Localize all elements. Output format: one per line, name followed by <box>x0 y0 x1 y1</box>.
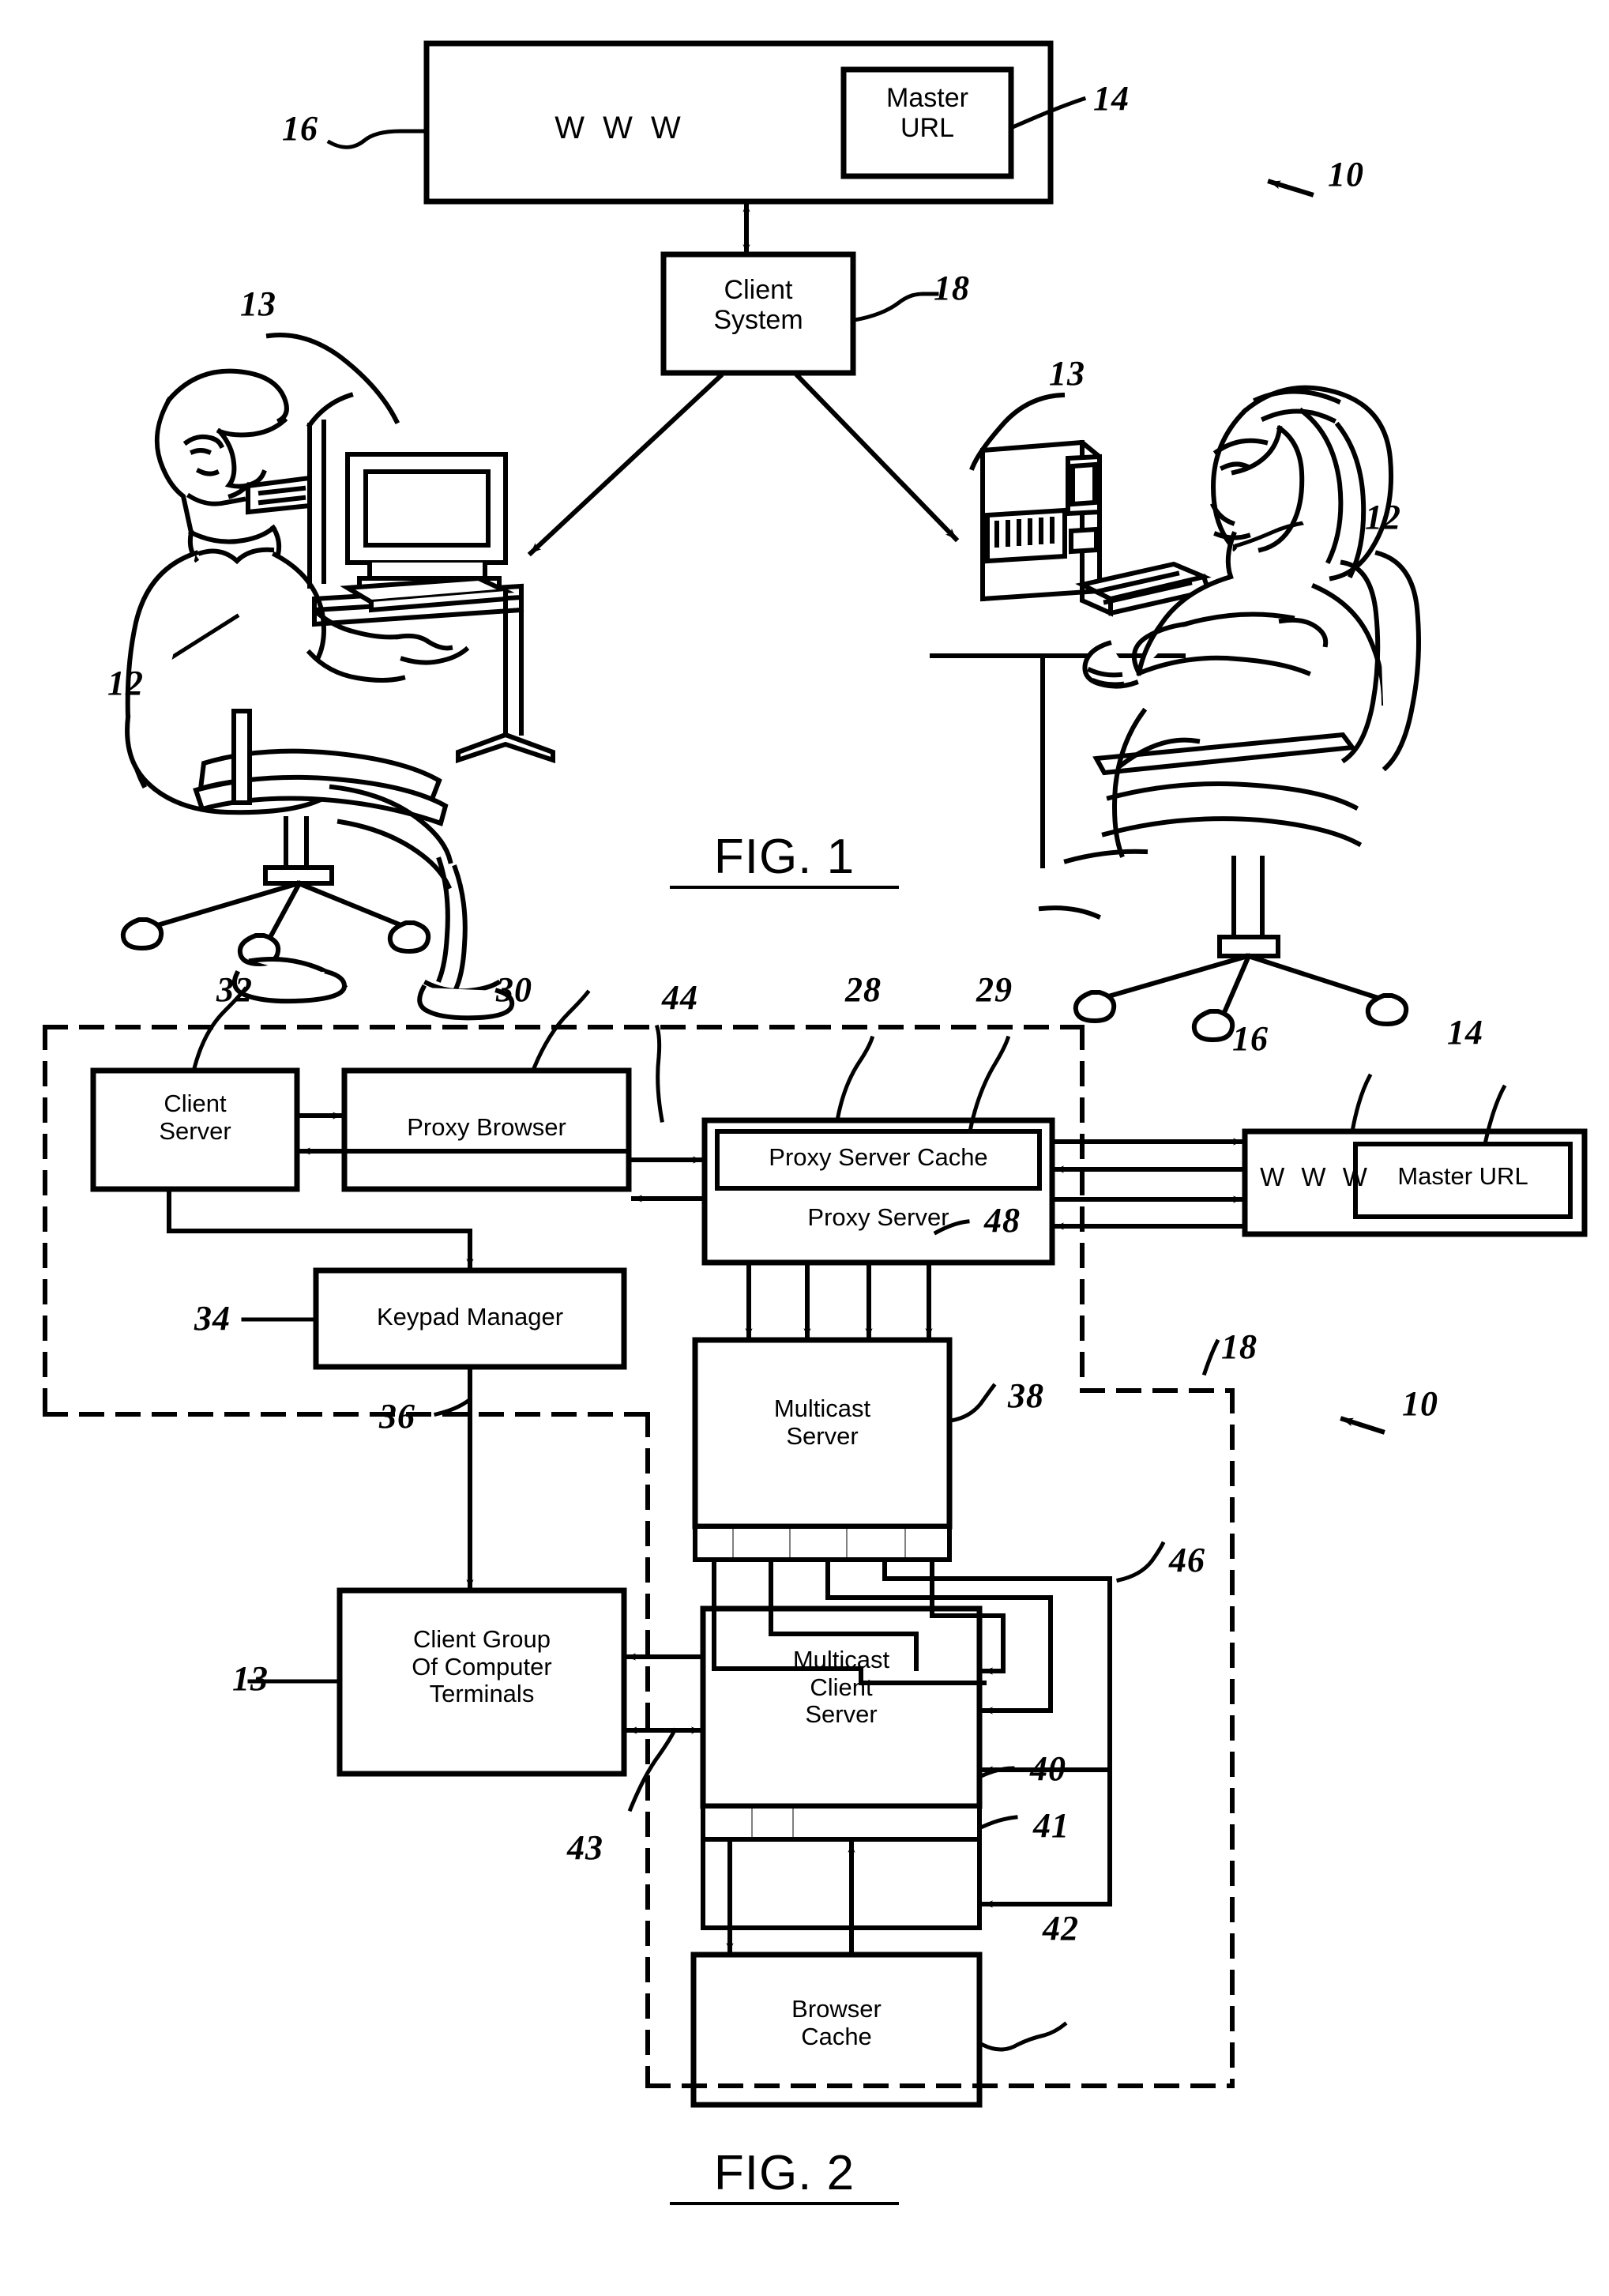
fig2-ref-34: 34 <box>194 1299 231 1338</box>
fig1-master-url-label: Master URL <box>886 83 968 144</box>
fig1-ref-16: 16 <box>282 109 318 148</box>
fig2-ref-10: 10 <box>1402 1384 1438 1423</box>
fig2-proxy-server-cache-label: Proxy Server Cache <box>769 1143 988 1171</box>
fig2-ref-14: 14 <box>1447 1013 1483 1052</box>
fig2-client-boundary <box>645 1388 1235 2088</box>
fig1-ref-13-right: 13 <box>1049 354 1085 393</box>
fig2-proxy-server-box <box>701 1117 1055 1266</box>
fig2-multicast-server-label: Multicast Server <box>773 1395 871 1450</box>
fig1-ref-12-right: 12 <box>1365 498 1401 536</box>
fig1-ref-18: 18 <box>934 269 970 307</box>
fig2-ref-28: 28 <box>845 970 882 1009</box>
fig2-ref-40: 40 <box>1030 1749 1066 1788</box>
fig2-ref-43: 43 <box>567 1828 603 1867</box>
fig2-multicast-client-server-label: Multicast Client Server <box>792 1646 890 1729</box>
fig2-client-server-label: Client Server <box>159 1090 231 1145</box>
fig2-ref-36: 36 <box>379 1397 415 1436</box>
patent-drawing-sheet: W W W Master URL Client System 16 14 10 18… <box>0 0 1609 2296</box>
fig1-ref-13-left: 13 <box>240 284 276 323</box>
fig2-ref-42: 42 <box>1043 1909 1079 1948</box>
fig1-right-user-illustration <box>930 385 1421 1043</box>
fig1-ref-14: 14 <box>1093 79 1130 118</box>
fig2-ref-18: 18 <box>1221 1327 1258 1366</box>
fig2-ref-46: 46 <box>1169 1541 1205 1579</box>
fig1-ref-10: 10 <box>1328 155 1364 194</box>
fig2-caption: FIG. 2 <box>670 2146 899 2206</box>
fig2-ref-44: 44 <box>662 978 698 1017</box>
fig2-ref-41: 41 <box>1033 1806 1070 1845</box>
fig2-browser-cache-label: Browser Cache <box>791 1995 882 2050</box>
fig2-ref-16: 16 <box>1232 1019 1269 1058</box>
fig2-master-url-label: Master URL <box>1397 1162 1528 1190</box>
fig1-ref-12-left: 12 <box>107 664 144 702</box>
fig1-left-user-illustration <box>120 368 555 1021</box>
fig2-ref-29: 29 <box>976 970 1013 1009</box>
fig2-keypad-manager-label: Keypad Manager <box>376 1303 564 1331</box>
fig1-www-label: W W W <box>555 111 686 145</box>
fig2-ref-38: 38 <box>1008 1376 1044 1415</box>
fig2-client-group-label: Client Group Of Computer Terminals <box>412 1625 552 1708</box>
fig2-proxy-browser-label: Proxy Browser <box>407 1113 566 1141</box>
fig1-caption: FIG. 1 <box>670 830 899 890</box>
fig2-ref-30: 30 <box>496 970 532 1009</box>
fig2-ref-13: 13 <box>232 1659 269 1698</box>
fig2-ref-32: 32 <box>216 970 253 1009</box>
fig2-ref-48: 48 <box>984 1201 1021 1240</box>
fig1-client-system-label: Client System <box>713 275 803 336</box>
